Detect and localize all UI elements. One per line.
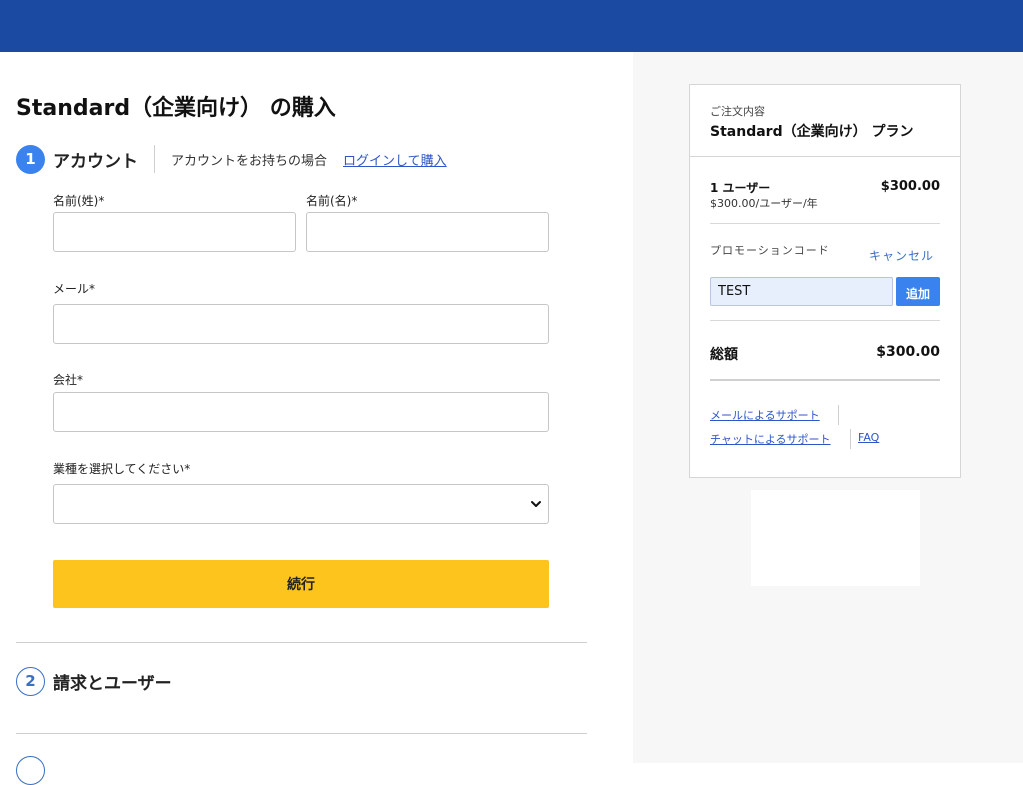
faq-link[interactable]: FAQ: [858, 431, 879, 444]
total-price: $300.00: [876, 344, 940, 360]
promo-cancel-link[interactable]: キャンセル: [869, 247, 934, 264]
industry-label: 業種を選択してください*: [53, 462, 191, 476]
line-item-title: 1 ユーザー: [710, 181, 771, 195]
email-support-link[interactable]: メールによるサポート: [710, 407, 820, 423]
login-prompt: アカウントをお持ちの場合: [171, 153, 328, 169]
step-account: 1 アカウント アカウントをお持ちの場合 ログインして購入: [16, 144, 447, 174]
order-summary-card: ご注文内容 Standard（企業向け） プラン 1 ユーザー $300.00/…: [689, 84, 961, 478]
email-input[interactable]: [53, 304, 549, 344]
step-billing-users[interactable]: 2 請求とユーザー: [16, 666, 172, 696]
line-item-price: $300.00: [880, 179, 940, 194]
step-number-badge: 2: [16, 666, 45, 696]
order-plan-name: Standard（企業向け） プラン: [710, 124, 914, 140]
last-name-label: 名前(姓)*: [53, 194, 105, 208]
step-number-badge: [16, 756, 45, 785]
total-divider: [710, 379, 940, 381]
divider: [710, 223, 940, 224]
chat-support-link[interactable]: チャットによるサポート: [710, 431, 831, 447]
chevron-down-icon: [531, 501, 541, 507]
total-label: 総額: [710, 347, 738, 363]
company-input[interactable]: [53, 392, 549, 432]
company-label: 会社*: [53, 373, 84, 387]
order-sidebar: ご注文内容 Standard（企業向け） プラン 1 ユーザー $300.00/…: [633, 52, 1023, 763]
promo-add-button[interactable]: 追加: [896, 277, 940, 306]
promo-code-input[interactable]: [710, 277, 893, 306]
order-summary-header: ご注文内容 Standard（企業向け） プラン: [690, 85, 960, 157]
step-title: アカウント: [53, 151, 138, 172]
page-title: Standard（企業向け） の購入: [16, 96, 336, 121]
link-separator: [850, 429, 851, 449]
promo-code-label: プロモーションコード: [710, 244, 830, 257]
continue-button[interactable]: 続行: [53, 560, 549, 608]
section-divider: [16, 642, 587, 643]
first-name-input[interactable]: [306, 212, 549, 252]
first-name-label: 名前(名)*: [306, 194, 358, 208]
blank-panel: [751, 490, 920, 586]
email-label: メール*: [53, 282, 96, 296]
step-number-badge: 1: [16, 144, 45, 174]
section-divider: [16, 733, 587, 734]
step-title: 請求とユーザー: [53, 673, 172, 694]
line-item-unit-price: $300.00/ユーザー/年: [710, 197, 818, 210]
login-to-purchase-link[interactable]: ログインして購入: [343, 150, 447, 169]
top-header-bar: [0, 0, 1023, 52]
last-name-input[interactable]: [53, 212, 296, 252]
step-divider: [154, 145, 155, 173]
order-caption: ご注文内容: [710, 105, 765, 118]
checkout-main: Standard（企業向け） の購入 1 アカウント アカウントをお持ちの場合 …: [0, 52, 633, 785]
link-separator: [838, 405, 839, 425]
divider: [710, 320, 940, 321]
industry-select[interactable]: [53, 484, 549, 524]
